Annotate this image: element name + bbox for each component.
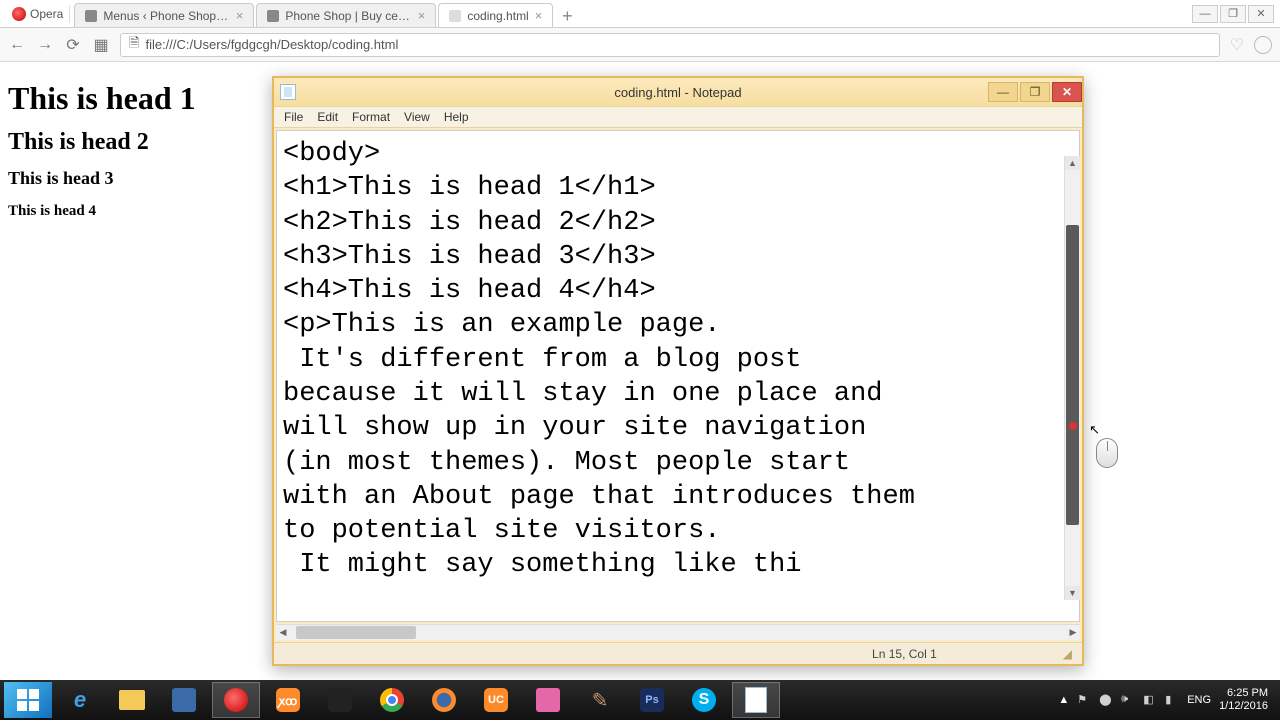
scroll-thumb[interactable] — [1066, 225, 1079, 525]
network-icon[interactable]: ▮ — [1165, 693, 1179, 707]
taskbar-firefox[interactable] — [420, 682, 468, 718]
speed-dial-button[interactable]: ▦ — [92, 36, 110, 54]
scroll-left-icon[interactable]: ◀ — [276, 627, 290, 638]
tray-icon[interactable]: ⬤ — [1099, 693, 1113, 707]
menu-help[interactable]: Help — [444, 110, 469, 124]
back-button[interactable]: ← — [8, 36, 26, 54]
tray-language[interactable]: ENG — [1187, 694, 1211, 706]
maximize-button[interactable]: ❐ — [1220, 5, 1246, 23]
forward-button[interactable]: → — [36, 36, 54, 54]
system-tray: ▲ ⚑ ⬤ 🕪 ◧ ▮ ENG 6:25 PM 1/12/2016 — [1058, 687, 1276, 713]
notepad-title: coding.html - Notepad — [614, 85, 741, 100]
close-button[interactable]: ✕ — [1248, 5, 1274, 23]
tab-phoneshop[interactable]: Phone Shop | Buy cell ph… × — [256, 3, 436, 27]
menu-view[interactable]: View — [404, 110, 430, 124]
minimize-button[interactable]: — — [988, 82, 1018, 102]
maximize-button[interactable]: ❐ — [1020, 82, 1050, 102]
menu-format[interactable]: Format — [352, 110, 390, 124]
taskbar-gimp[interactable]: ✎ — [576, 682, 624, 718]
favicon-icon — [85, 10, 97, 22]
notepad-menubar: File Edit Format View Help — [274, 106, 1082, 128]
taskbar-skype[interactable]: S — [680, 682, 728, 718]
new-tab-button[interactable]: + — [555, 6, 579, 27]
nav-toolbar: ← → ⟳ ▦ 🗎 file:///C:/Users/fgdgcgh/Deskt… — [0, 28, 1280, 62]
close-button[interactable]: ✕ — [1052, 82, 1082, 102]
menu-edit[interactable]: Edit — [317, 110, 338, 124]
bookmark-button[interactable]: ♡ — [1230, 35, 1244, 55]
close-icon[interactable]: × — [236, 8, 244, 23]
scroll-up-icon[interactable]: ▲ — [1065, 156, 1080, 170]
tab-coding-html[interactable]: coding.html × — [438, 3, 553, 27]
taskbar-chrome[interactable] — [368, 682, 416, 718]
tray-clock[interactable]: 6:25 PM 1/12/2016 — [1219, 687, 1268, 713]
tab-label: Phone Shop | Buy cell ph… — [285, 9, 411, 23]
clock-date: 1/12/2016 — [1219, 700, 1268, 713]
mouse-hint-icon — [1096, 438, 1118, 468]
close-icon[interactable]: × — [418, 8, 426, 23]
url-text: file:///C:/Users/fgdgcgh/Desktop/coding.… — [145, 37, 398, 52]
clock-time: 6:25 PM — [1219, 687, 1268, 700]
taskbar: e ꭗꝏ UC ✎ Ps S ▲ ⚑ ⬤ 🕪 ◧ ▮ ENG 6:25 PM 1… — [0, 680, 1280, 720]
taskbar-app-3[interactable] — [524, 682, 572, 718]
start-button[interactable] — [4, 682, 52, 718]
close-icon[interactable]: × — [535, 8, 543, 23]
scroll-thumb[interactable] — [296, 626, 416, 639]
taskbar-ie[interactable]: e — [56, 682, 104, 718]
window-controls: — ❐ ✕ — [1192, 5, 1274, 23]
scroll-down-icon[interactable]: ▼ — [1065, 586, 1080, 600]
browser-titlebar: Opera Menus ‹ Phone Shop — W… × Phone Sh… — [0, 0, 1280, 28]
profile-button[interactable] — [1254, 36, 1272, 54]
file-icon: 🗎 — [129, 34, 139, 56]
url-bar[interactable]: 🗎 file:///C:/Users/fgdgcgh/Desktop/codin… — [120, 33, 1220, 57]
favicon-icon — [449, 10, 461, 22]
notepad-window[interactable]: coding.html - Notepad — ❐ ✕ File Edit Fo… — [272, 76, 1084, 666]
tab-label: coding.html — [467, 9, 528, 23]
tray-icon[interactable]: ◧ — [1143, 693, 1157, 707]
notepad-icon — [280, 84, 296, 100]
taskbar-opera[interactable] — [212, 682, 260, 718]
resize-grip-icon[interactable]: ◢ — [1063, 647, 1072, 661]
taskbar-app-1[interactable] — [160, 682, 208, 718]
cursor-icon: ↖ — [1089, 422, 1100, 438]
favicon-icon — [267, 10, 279, 22]
scroll-right-icon[interactable]: ▶ — [1066, 627, 1080, 638]
vertical-scrollbar[interactable]: ▲ ▼ — [1064, 156, 1080, 600]
reload-button[interactable]: ⟳ — [64, 36, 82, 54]
horizontal-scrollbar[interactable]: ◀ ▶ — [276, 624, 1080, 640]
taskbar-photoshop[interactable]: Ps — [628, 682, 676, 718]
tab-strip: Menus ‹ Phone Shop — W… × Phone Shop | B… — [74, 0, 1192, 27]
notepad-textarea[interactable]: <body> <h1>This is head 1</h1> <h2>This … — [276, 130, 1080, 622]
tray-icon[interactable]: ⚑ — [1077, 693, 1091, 707]
opera-icon — [12, 7, 26, 21]
browser-name: Opera — [30, 7, 63, 21]
menu-file[interactable]: File — [284, 110, 303, 124]
minimize-button[interactable]: — — [1192, 5, 1218, 23]
notepad-titlebar[interactable]: coding.html - Notepad — ❐ ✕ — [274, 78, 1082, 106]
tab-phoneshop-menus[interactable]: Menus ‹ Phone Shop — W… × — [74, 3, 254, 27]
notepad-statusbar: Ln 15, Col 1 ◢ — [274, 642, 1082, 664]
tray-icon[interactable]: 🕪 — [1121, 693, 1135, 707]
cursor-position: Ln 15, Col 1 — [872, 647, 937, 661]
taskbar-xampp[interactable]: ꭗꝏ — [264, 682, 312, 718]
opera-menu[interactable]: Opera — [6, 5, 70, 23]
tray-overflow-icon[interactable]: ▲ — [1058, 694, 1069, 706]
taskbar-explorer[interactable] — [108, 682, 156, 718]
tab-label: Menus ‹ Phone Shop — W… — [103, 9, 229, 23]
taskbar-uc[interactable]: UC — [472, 682, 520, 718]
taskbar-app-2[interactable] — [316, 682, 364, 718]
taskbar-notepad[interactable] — [732, 682, 780, 718]
